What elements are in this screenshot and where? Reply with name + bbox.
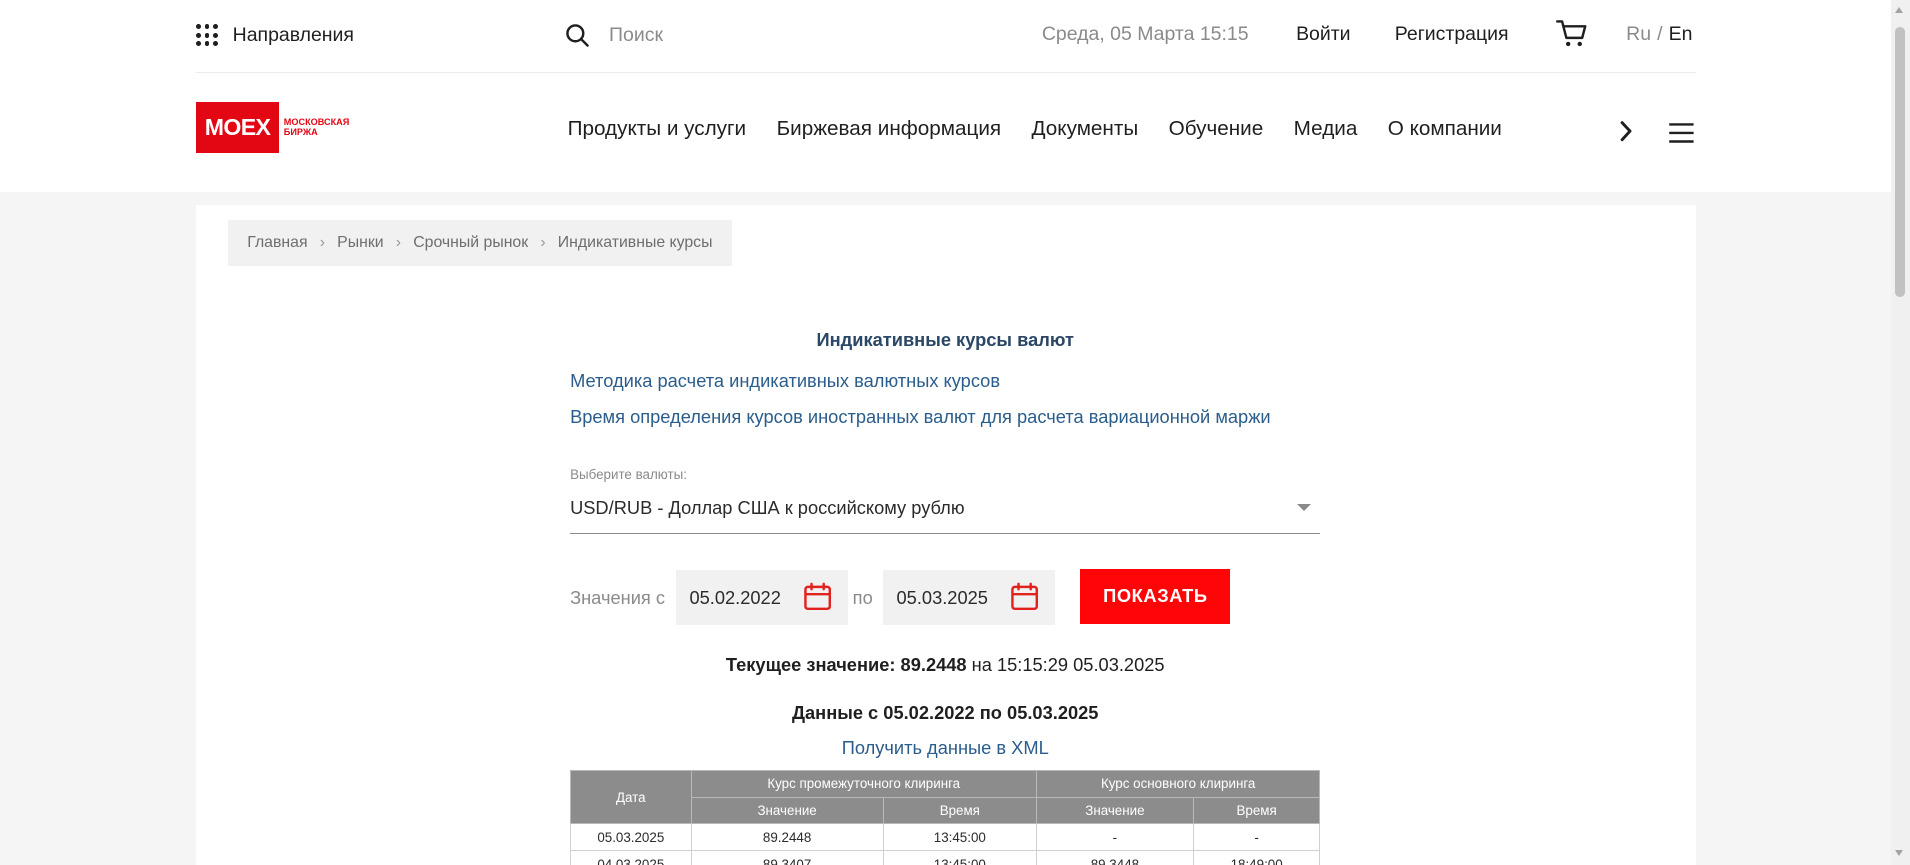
- main-nav: Продукты и услуги Биржевая информация До…: [568, 117, 1533, 141]
- browser-viewport: Направления Среда, 05 Марта 15:15 Войти …: [0, 0, 1910, 865]
- rates-table: Дата Курс промежуточного клиринга Курс о…: [570, 769, 1321, 865]
- breadcrumb-item-derivatives[interactable]: Срочный рынок: [413, 234, 528, 252]
- xml-download-link[interactable]: Получить данные в XML: [842, 737, 1049, 758]
- calendar-icon[interactable]: [1010, 582, 1039, 611]
- logo-caption: МОСКОВСКАЯ БИРЖА: [283, 117, 350, 138]
- table-row: 05.03.2025 89.2448 13:45:00 - -: [570, 823, 1321, 852]
- lang-ru-option[interactable]: Ru: [1626, 23, 1651, 45]
- nav-item-products[interactable]: Продукты и услуги: [568, 117, 747, 141]
- nav-item-about[interactable]: О компании: [1388, 117, 1502, 141]
- nav-item-education[interactable]: Обучение: [1169, 117, 1264, 141]
- cell-main-time: 18:49:00: [1192, 850, 1321, 865]
- search-input[interactable]: [609, 23, 804, 47]
- caret-down-icon: [1296, 504, 1311, 511]
- show-button[interactable]: ПОКАЗАТЬ: [1080, 568, 1231, 624]
- col-header-date: Дата: [570, 769, 692, 825]
- date-from-value: 05.02.2022: [689, 587, 781, 609]
- currency-select-value: USD/RUB - Доллар США к российскому рублю: [570, 496, 965, 518]
- chevron-right-icon: ›: [319, 234, 325, 251]
- currency-select-label: Выберите валюты:: [570, 466, 687, 482]
- scroll-down-arrow-icon[interactable]: [1895, 850, 1904, 857]
- date-to-value: 05.03.2025: [896, 587, 988, 609]
- cell-main-value: -: [1035, 823, 1194, 852]
- range-to-label: по: [852, 587, 873, 609]
- col-group-intermediate-clearing: Курс промежуточного клиринга: [690, 769, 1037, 798]
- current-value-line: Текущее значение: 89.2448 на 15:15:29 05…: [570, 654, 1320, 676]
- current-value: 89.2448: [900, 654, 967, 676]
- grid-dots-icon: [196, 24, 218, 47]
- header-divider: [196, 71, 1696, 74]
- scrollbar-thumb[interactable]: [1895, 26, 1906, 298]
- search-icon[interactable]: [565, 23, 589, 47]
- method-doc-link[interactable]: Методика расчета индикативных валютных к…: [570, 370, 1000, 392]
- cell-date: 04.03.2025: [570, 850, 692, 865]
- hamburger-menu-icon[interactable]: [1668, 122, 1695, 144]
- cell-mid-value: 89.2448: [690, 823, 884, 852]
- cell-main-time: -: [1192, 823, 1321, 852]
- table-row: 04.03.2025 89.3407 13:45:00 89.3448 18:4…: [570, 850, 1321, 865]
- lang-separator: /: [1657, 23, 1663, 46]
- directions-label: Направления: [232, 23, 354, 46]
- scroll-up-arrow-icon[interactable]: [1895, 7, 1904, 14]
- nav-item-media[interactable]: Медиа: [1294, 117, 1358, 141]
- nav-item-documents[interactable]: Документы: [1032, 117, 1139, 141]
- cell-main-value: 89.3448: [1035, 850, 1194, 865]
- chevron-right-icon: ›: [540, 234, 546, 251]
- xml-link-wrapper: Получить данные в XML: [570, 737, 1320, 759]
- breadcrumb-item-current: Индикативные курсы: [557, 234, 713, 251]
- current-datetime: Среда, 05 Марта 15:15: [1041, 23, 1249, 46]
- lang-en-option[interactable]: En: [1669, 23, 1693, 45]
- search-box[interactable]: [565, 17, 804, 54]
- cart-icon[interactable]: [1555, 19, 1588, 48]
- breadcrumb: Главная › Рынки › Срочный рынок › Индика…: [227, 220, 732, 266]
- date-to-field[interactable]: 05.03.2025: [883, 570, 1055, 625]
- directions-button[interactable]: Направления: [196, 17, 354, 54]
- login-link[interactable]: Войти: [1296, 23, 1350, 46]
- cell-mid-value: 89.3407: [690, 850, 884, 865]
- moex-logo[interactable]: MOEX МОСКОВСКАЯ БИРЖА: [196, 102, 350, 154]
- register-link[interactable]: Регистрация: [1395, 23, 1509, 46]
- logo-mark: MOEX: [196, 102, 279, 154]
- currency-select[interactable]: USD/RUB - Доллар США к российскому рублю: [570, 493, 1321, 534]
- col-group-main-clearing: Курс основного клиринга: [1035, 769, 1321, 798]
- range-from-label: Значения с: [570, 587, 666, 609]
- calendar-icon[interactable]: [803, 582, 832, 611]
- breadcrumb-item-home[interactable]: Главная: [247, 234, 307, 252]
- col-header-mid-time: Время: [882, 796, 1037, 825]
- nav-item-market-info[interactable]: Биржевая информация: [777, 117, 1002, 141]
- logo-caption-line2: БИРЖА: [283, 126, 318, 137]
- chevron-right-icon: ›: [395, 234, 402, 251]
- col-header-main-time: Время: [1192, 796, 1321, 825]
- content-card: [196, 204, 1696, 865]
- col-header-mid-value: Значение: [690, 796, 884, 825]
- cell-mid-time: 13:45:00: [882, 850, 1037, 865]
- col-header-main-value: Значение: [1035, 796, 1194, 825]
- fixing-time-doc-link[interactable]: Время определения курсов иностранных вал…: [570, 406, 1271, 428]
- page-title: Индикативные курсы валют: [816, 328, 1074, 350]
- breadcrumb-item-markets[interactable]: Рынки: [337, 234, 383, 252]
- language-switch: Ru / En: [1626, 23, 1692, 46]
- current-value-label: Текущее значение:: [725, 654, 896, 676]
- cell-mid-time: 13:45:00: [882, 823, 1037, 852]
- current-value-timestamp: на 15:15:29 05.03.2025: [971, 654, 1165, 676]
- date-from-field[interactable]: 05.02.2022: [676, 570, 848, 625]
- chevron-right-icon[interactable]: [1616, 119, 1635, 143]
- data-range-heading: Данные с 05.02.2022 по 05.03.2025: [791, 701, 1099, 723]
- cell-date: 05.03.2025: [570, 823, 692, 852]
